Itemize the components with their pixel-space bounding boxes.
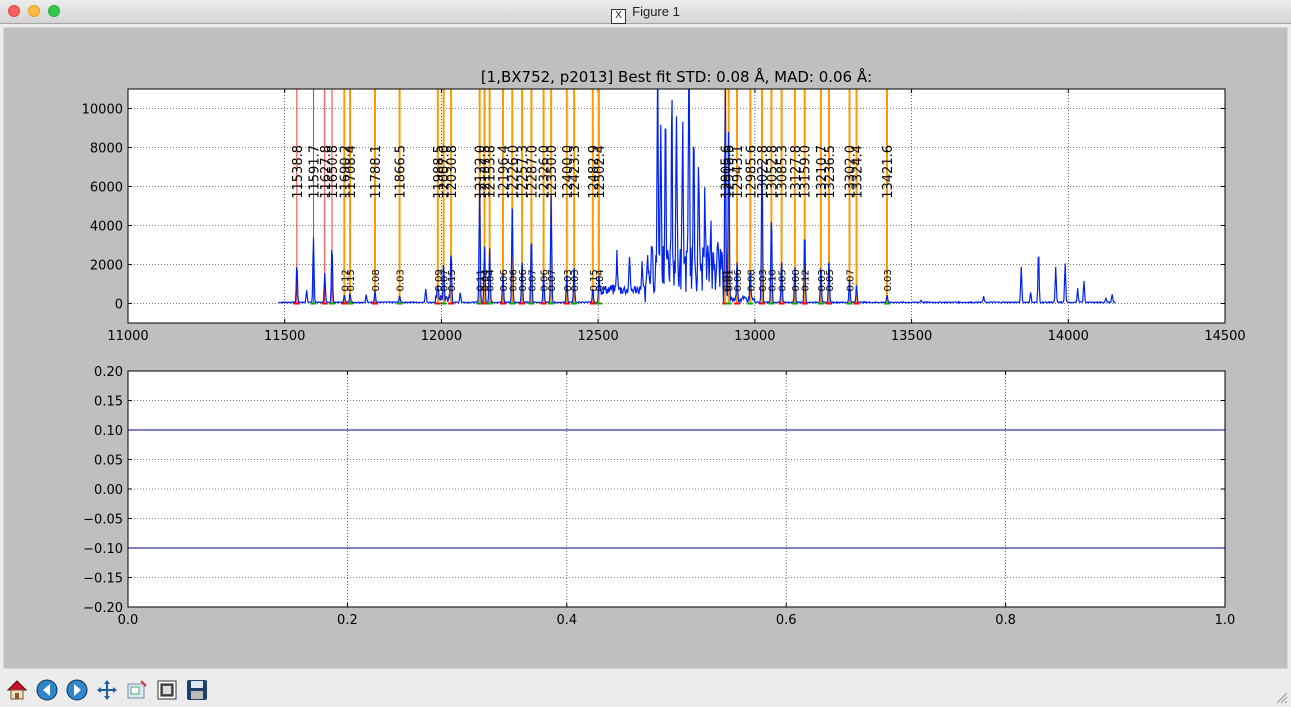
residual-y-tick-label: 0.05 bbox=[94, 454, 123, 469]
spectrum-x-tick-label: 14000 bbox=[1048, 329, 1089, 344]
line-offset-label: 0.15 bbox=[447, 269, 458, 291]
figure-plots: 11000 11500 12000 12500 13000 13500 14000 14500… bbox=[82, 67, 1246, 628]
subplots-icon bbox=[157, 680, 177, 700]
residual-y-tick-label: −0.05 bbox=[83, 513, 123, 528]
line-offset-label: 0.08 bbox=[371, 269, 382, 291]
home-button[interactable] bbox=[4, 677, 30, 703]
spectrum-y-tick-label: 6000 bbox=[90, 181, 123, 196]
residual-y-tick-label: 0.10 bbox=[94, 424, 123, 439]
pan-button[interactable] bbox=[94, 677, 120, 703]
back-button[interactable] bbox=[34, 677, 60, 703]
spectrum-y-tick-label: 10000 bbox=[82, 103, 123, 118]
line-wavelength-label: 12502.4 bbox=[593, 145, 608, 199]
line-wavelength-label: 11788.1 bbox=[369, 145, 384, 199]
line-offset-label: 0.03 bbox=[396, 269, 407, 291]
spectrum-x-tick-label: 12500 bbox=[577, 329, 618, 344]
line-offset-label: 0.07 bbox=[547, 269, 558, 291]
home-icon bbox=[6, 680, 28, 700]
move-icon bbox=[97, 680, 117, 700]
line-wavelength-label: 13159.0 bbox=[799, 145, 814, 199]
line-wavelength-label: 11708.4 bbox=[344, 145, 359, 199]
line-wavelength-label: 12423.3 bbox=[568, 145, 583, 199]
residual-y-tick-label: 0.00 bbox=[94, 483, 123, 498]
residual-y-tick-label: −0.10 bbox=[83, 542, 123, 557]
residual-x-tick-label: 1.0 bbox=[1215, 613, 1236, 628]
spectrum-x-tick-label: 12000 bbox=[421, 329, 462, 344]
line-offset-label: 0.08 bbox=[746, 269, 757, 291]
subplots-button[interactable] bbox=[154, 677, 180, 703]
line-offset-label: 0.03 bbox=[570, 269, 581, 291]
line-offset-label: 0.03 bbox=[883, 269, 894, 291]
line-offset-label: 0.05 bbox=[778, 269, 789, 291]
resize-grip-icon[interactable] bbox=[1276, 692, 1288, 704]
residual-axes-background bbox=[128, 371, 1225, 607]
line-offset-label: 0.15 bbox=[346, 269, 357, 291]
zoom-button[interactable] bbox=[124, 677, 150, 703]
spectrum-title: [1,BX752, p2013] Best fit STD: 0.08 Å, M… bbox=[481, 67, 872, 86]
residual-y-tick-label: −0.20 bbox=[83, 601, 123, 616]
spectrum-x-tick-label: 13000 bbox=[734, 329, 775, 344]
spectrum-x-tick-label: 11000 bbox=[107, 329, 148, 344]
line-wavelength-label: 11866.5 bbox=[394, 145, 409, 199]
save-button[interactable] bbox=[184, 677, 210, 703]
line-offset-label: 0.06 bbox=[733, 269, 744, 291]
spectrum-y-tick-label: 8000 bbox=[90, 142, 123, 157]
line-offset-label: 0.07 bbox=[527, 269, 538, 291]
line-wavelength-label: 12350.0 bbox=[545, 145, 560, 199]
spectrum-y-tick-label: 4000 bbox=[90, 220, 123, 235]
spectrum-y-tick-label: 2000 bbox=[90, 259, 123, 274]
residual-x-tick-label: 0.4 bbox=[556, 613, 577, 628]
line-offset-label: 0.07 bbox=[846, 269, 857, 291]
save-icon bbox=[187, 680, 207, 700]
line-offset-label: 0.04 bbox=[486, 269, 497, 291]
arrow-left-icon bbox=[36, 679, 58, 701]
residual-x-tick-label: 0.8 bbox=[995, 613, 1016, 628]
spectrum-x-tick-label: 11500 bbox=[264, 329, 305, 344]
zoom-rect-icon bbox=[127, 680, 147, 699]
line-wavelength-label: 13421.6 bbox=[881, 145, 896, 199]
arrow-right-icon bbox=[66, 679, 88, 701]
residual-y-tick-label: 0.20 bbox=[94, 365, 123, 380]
line-offset-label: 0.05 bbox=[825, 269, 836, 291]
spectrum-x-tick-label: 13500 bbox=[891, 329, 932, 344]
residual-y-tick-label: −0.15 bbox=[83, 572, 123, 587]
spectrum-y-tick-label: 0 bbox=[115, 298, 123, 313]
line-offset-label: 0.12 bbox=[801, 269, 812, 291]
line-wavelength-label: 12030.8 bbox=[445, 145, 460, 199]
line-offset-label: 0.04 bbox=[595, 269, 606, 291]
line-wavelength-label: 11538.8 bbox=[291, 145, 306, 199]
forward-button[interactable] bbox=[64, 677, 90, 703]
residual-y-tick-label: 0.15 bbox=[94, 395, 123, 410]
line-wavelength-label: 13324.4 bbox=[851, 145, 866, 199]
line-wavelength-label: 13236.5 bbox=[823, 145, 838, 199]
residual-x-tick-label: 0.2 bbox=[337, 613, 358, 628]
navigation-toolbar bbox=[0, 672, 1291, 707]
residual-x-tick-label: 0.6 bbox=[776, 613, 797, 628]
spectrum-x-tick-label: 14500 bbox=[1204, 329, 1245, 344]
